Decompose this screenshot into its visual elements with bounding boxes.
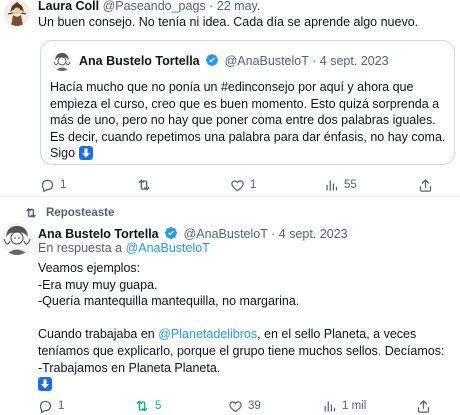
- heart-icon: [229, 400, 242, 412]
- like-button[interactable]: 39: [228, 397, 261, 415]
- in-reply-to: En respuesta a @AnaBusteloT: [38, 241, 210, 255]
- bar-chart-icon: [326, 180, 338, 190]
- quote-text: Hacía mucho que no ponía un #edinconsejo…: [50, 79, 450, 162]
- speech-bubble-icon: [39, 400, 52, 414]
- tweet-text: Veamos ejemplos: -Era muy muy guapa. -Qu…: [38, 260, 456, 393]
- verified-badge-icon: [165, 227, 178, 239]
- tweet-actions: 1 1 55: [40, 176, 460, 194]
- quote-date: 4 sept. 2023: [319, 54, 389, 68]
- reply-count: 1: [58, 400, 65, 412]
- tweet-header: Laura Coll @Paseando_pags · 22 may.: [38, 0, 260, 14]
- reply-button[interactable]: 1: [38, 397, 64, 415]
- quote-avatar: [52, 51, 72, 71]
- like-button[interactable]: 1: [230, 176, 256, 194]
- tweet-text: Un buen consejo. No tenía ni idea. Cada …: [38, 15, 419, 29]
- author-handle[interactable]: @AnaBusteloT: [184, 227, 268, 241]
- share-button[interactable]: [418, 176, 438, 194]
- avatar-illustration-icon: [4, 0, 30, 26]
- share-icon: [417, 399, 430, 413]
- reposted-indicator: Reposteaste: [24, 205, 114, 221]
- avatar-illustration-icon: [1, 223, 33, 255]
- views-count: 1 mil: [342, 400, 367, 412]
- mention-link-planetadelibros[interactable]: @Planetadelibros: [158, 327, 257, 341]
- quote-text-body: Hacía mucho que no ponía un #edinconsejo…: [50, 80, 446, 160]
- share-icon: [419, 178, 432, 192]
- tweet-date[interactable]: 22 may.: [217, 0, 261, 13]
- down-arrow-emoji-icon: [78, 146, 93, 160]
- speech-bubble-icon: [41, 179, 54, 193]
- reply-button[interactable]: 1: [40, 176, 66, 194]
- tweet-header: Ana Bustelo Tortella @AnaBusteloT · 4 se…: [38, 226, 348, 242]
- repost-button[interactable]: [136, 176, 157, 194]
- quote-author-handle: @AnaBusteloT: [224, 54, 309, 68]
- quote-header: Ana Bustelo Tortella @AnaBusteloT · 4 se…: [79, 53, 389, 69]
- views-button[interactable]: 55: [324, 176, 357, 194]
- like-count: 1: [250, 179, 257, 191]
- author-name[interactable]: Ana Bustelo Tortella: [38, 227, 159, 241]
- share-button[interactable]: [416, 397, 436, 415]
- repost-arrows-icon: [138, 179, 150, 191]
- heart-icon: [231, 179, 244, 191]
- in-reply-handle-link[interactable]: @AnaBusteloT: [126, 241, 210, 255]
- views-count: 55: [344, 179, 357, 191]
- tweet-laura-coll[interactable]: Laura Coll @Paseando_pags · 22 may. Un b…: [0, 0, 460, 197]
- avatar[interactable]: [4, 0, 30, 26]
- reposted-label: Reposteaste: [46, 207, 115, 219]
- author-handle[interactable]: @Paseando_pags: [103, 0, 206, 13]
- separator-dot: ·: [312, 54, 317, 68]
- author-name[interactable]: Laura Coll: [38, 0, 99, 13]
- repost-arrows-icon: [26, 208, 36, 218]
- quoted-tweet-card[interactable]: Ana Bustelo Tortella @AnaBusteloT · 4 se…: [40, 40, 455, 165]
- tweet-date[interactable]: 4 sept. 2023: [279, 227, 348, 241]
- tweet-ana-bustelo[interactable]: Reposteaste Ana Bustelo Tortella @AnaBus…: [0, 197, 460, 414]
- verified-badge-icon: [206, 54, 219, 66]
- separator-dot: ·: [209, 0, 214, 13]
- down-arrow-emoji-icon: [38, 377, 52, 392]
- separator-dot: ·: [271, 227, 276, 241]
- bar-chart-icon: [324, 401, 336, 411]
- avatar-illustration-icon: [52, 51, 72, 71]
- like-count: 39: [248, 400, 261, 412]
- in-reply-prefix: En respuesta a: [38, 241, 126, 255]
- repost-count: 5: [155, 400, 162, 412]
- quote-author-name: Ana Bustelo Tortella: [79, 54, 200, 68]
- avatar[interactable]: [1, 223, 33, 255]
- reply-count: 1: [60, 179, 67, 191]
- repost-button-active[interactable]: 5: [134, 397, 161, 415]
- views-button[interactable]: 1 mil: [322, 397, 366, 415]
- tweet-actions: 1 5 39 1 mil: [38, 397, 458, 415]
- repost-arrows-icon: [136, 400, 148, 412]
